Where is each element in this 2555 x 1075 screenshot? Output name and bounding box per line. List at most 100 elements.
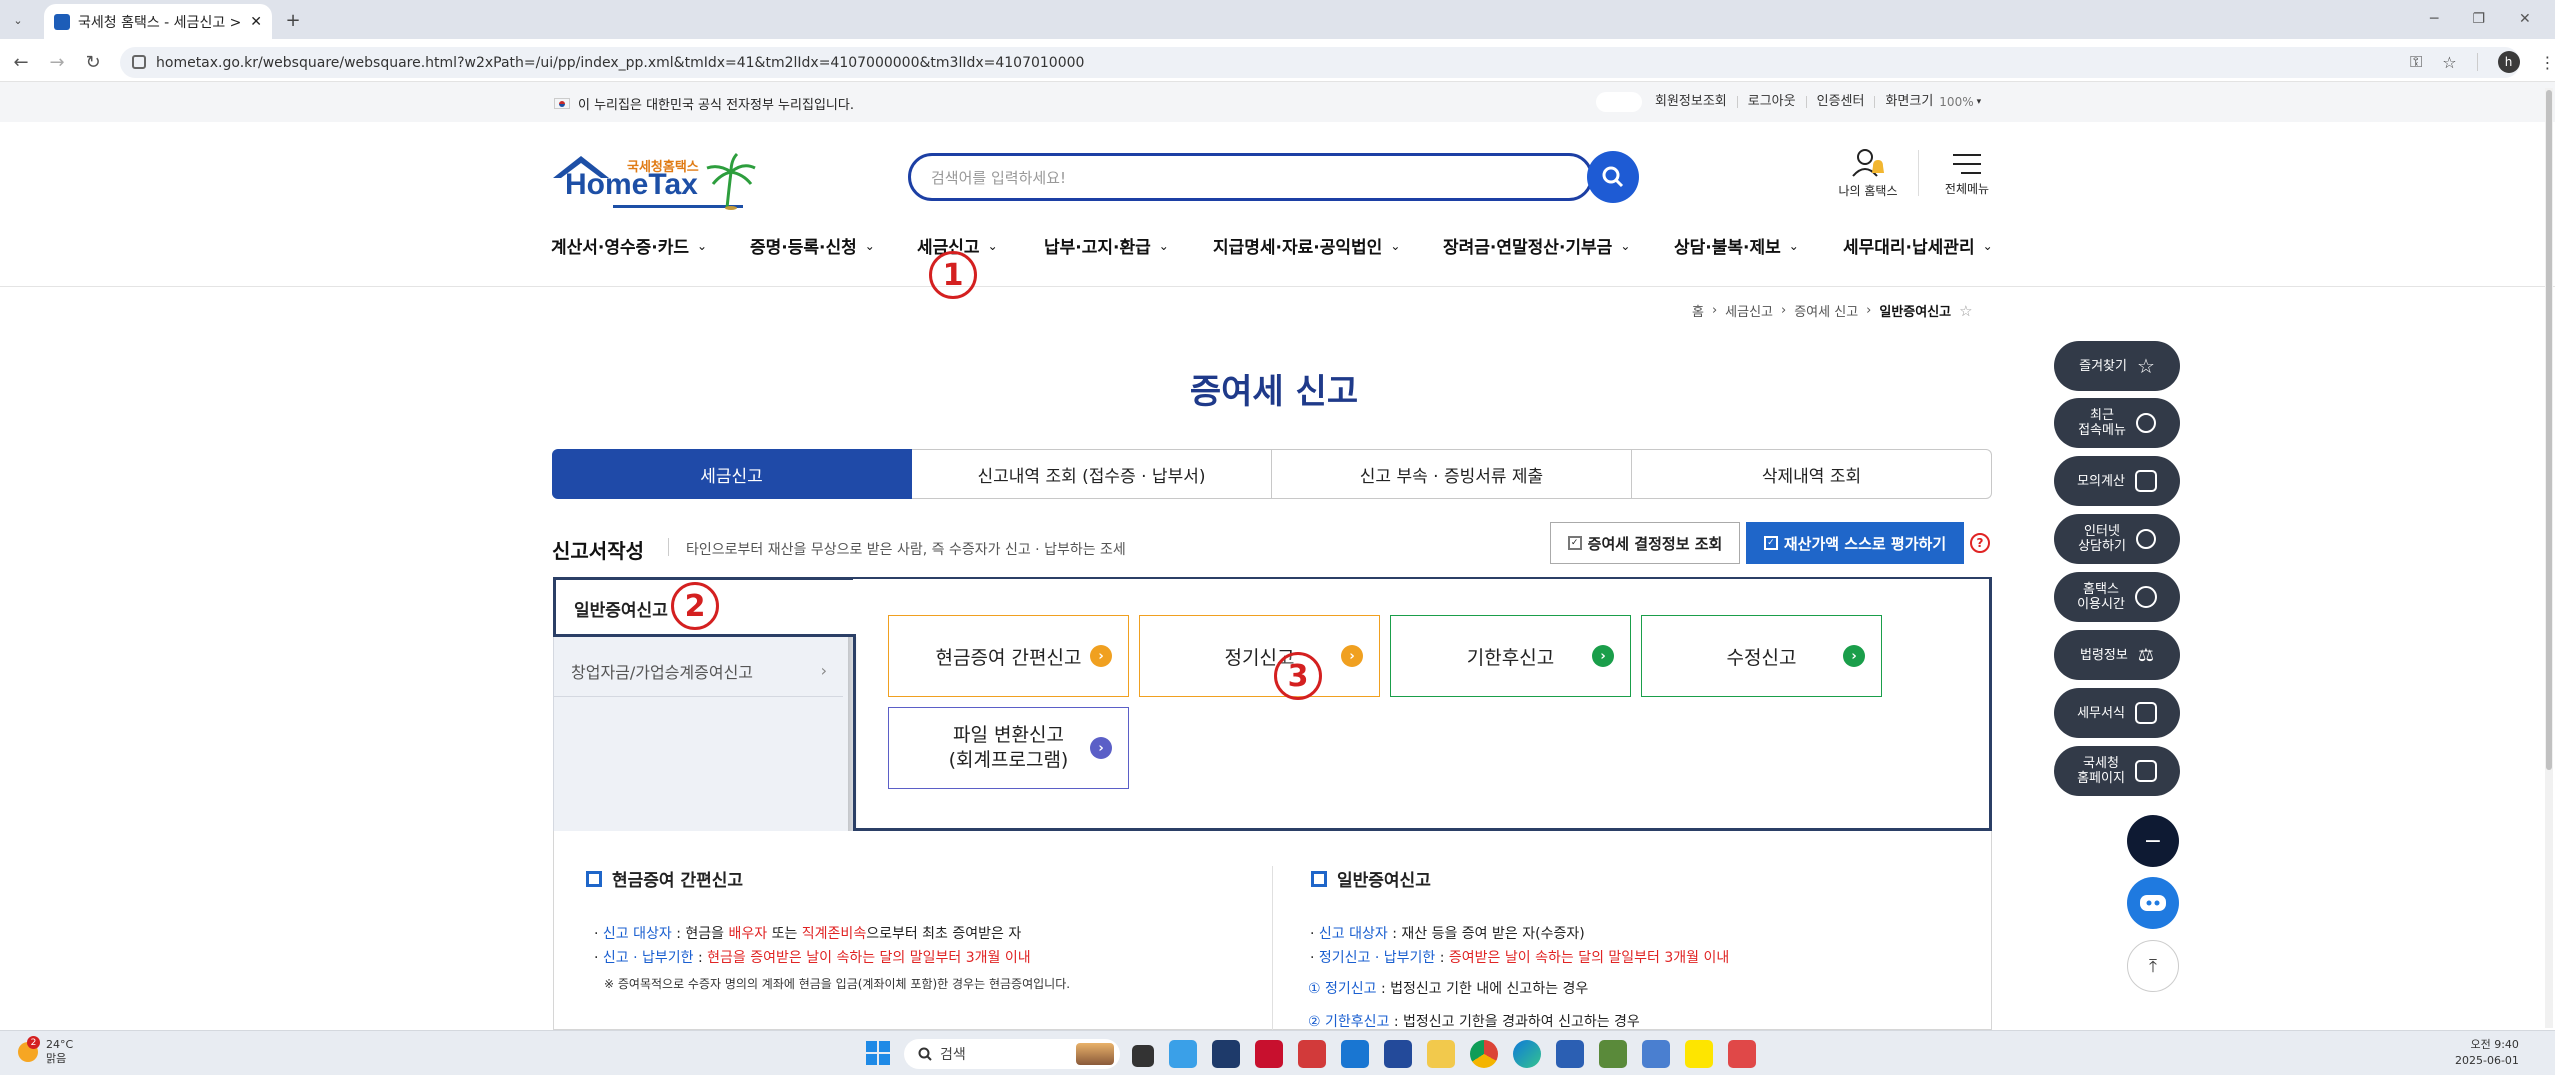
my-hometax-button[interactable]: 나의 홈택스 xyxy=(1830,148,1906,204)
search-icon xyxy=(918,1047,932,1061)
gift-decision-button[interactable]: ✓ 증여세 결정정보 조회 xyxy=(1550,522,1740,564)
cash-gift-simple-button[interactable]: 현금증여 간편신고 › xyxy=(888,615,1129,697)
profile-avatar[interactable]: h xyxy=(2497,51,2520,73)
bookmark-star-icon[interactable]: ☆ xyxy=(2442,53,2456,72)
gnb-payment[interactable]: 납부·고지·환급 ⌄ xyxy=(1044,233,1169,258)
breadcrumb-tax-report[interactable]: 세금신고 xyxy=(1725,301,1773,320)
taskbar-clock[interactable]: 오전 9:40 2025-06-01 xyxy=(2455,1037,2519,1069)
search-input[interactable]: 검색어를 입력하세요! xyxy=(908,153,1593,201)
tab-search-button[interactable]: ⌄ xyxy=(6,9,30,31)
gnb-divider xyxy=(0,286,2555,287)
gnb-label: 납부·고지·환급 xyxy=(1044,238,1151,258)
windows-start-icon[interactable] xyxy=(866,1041,890,1065)
search-placeholder: 검색어를 입력하세요! xyxy=(931,168,1066,187)
toggle-placeholder[interactable] xyxy=(1596,92,1642,112)
chevron-right-icon: › xyxy=(1711,303,1718,318)
app-icon[interactable] xyxy=(1298,1040,1326,1068)
left-menu-startup-gift[interactable]: 창업자금/가업승계증여신고 › xyxy=(553,645,843,697)
breadcrumb-gift-tax[interactable]: 증여세 신고 xyxy=(1794,301,1858,320)
task-view-icon[interactable] xyxy=(1132,1044,1154,1067)
quick-hours[interactable]: 홈택스 이용시간 xyxy=(2054,572,2180,622)
chat-icon xyxy=(2135,529,2156,549)
cert-center-link[interactable]: 인증센터 xyxy=(1805,95,1875,108)
all-menu-button[interactable]: 전체메뉴 xyxy=(1930,152,2004,204)
panel-vertical-border xyxy=(853,634,856,831)
app-icon[interactable] xyxy=(1642,1040,1670,1068)
app-icon[interactable] xyxy=(1384,1040,1412,1068)
key-icon[interactable]: ⚿ xyxy=(2410,52,2422,72)
favorite-star-icon[interactable]: ☆ xyxy=(1959,302,1972,320)
help-icon[interactable]: ? xyxy=(1970,533,1990,553)
app-icon[interactable] xyxy=(1212,1040,1240,1068)
reload-icon[interactable]: ↻ xyxy=(78,47,108,77)
quick-recent[interactable]: 최근 접속메뉴 xyxy=(2054,398,2180,448)
gnb-consult[interactable]: 상담·불복·제보 ⌄ xyxy=(1674,233,1799,258)
app-icon[interactable] xyxy=(1169,1040,1197,1068)
close-window-icon[interactable]: ✕ xyxy=(2519,11,2531,27)
weather-widget[interactable]: 2 24°C 맑음 xyxy=(18,1036,73,1066)
search-button[interactable] xyxy=(1587,151,1639,203)
tab-report-history[interactable]: 신고내역 조회 (접수증 · 납부서) xyxy=(912,449,1272,499)
gov-notice-text: 이 누리집은 대한민국 공식 전자정부 누리집입니다. xyxy=(578,98,854,113)
quick-forms[interactable]: 세무서식 xyxy=(2054,688,2180,738)
quick-simulation[interactable]: 모의계산 xyxy=(2054,456,2180,506)
kakaotalk-icon[interactable] xyxy=(1685,1040,1713,1068)
tab-close-icon[interactable]: ✕ xyxy=(250,14,262,30)
gnb-incentive[interactable]: 장려금·연말정산·기부금 ⌄ xyxy=(1443,233,1630,258)
num: ① xyxy=(1308,981,1321,997)
gnb-invoice[interactable]: 계산서·영수증·카드 ⌄ xyxy=(551,233,707,258)
gnb-payment-statement[interactable]: 지급명세·자료·공익법인 ⌄ xyxy=(1213,233,1400,258)
breadcrumb-current: 일반증여신고 xyxy=(1879,305,1952,320)
arrow-right-icon: › xyxy=(1090,737,1112,759)
text: : 현금을 xyxy=(671,926,729,942)
chrome-icon[interactable] xyxy=(1470,1040,1498,1068)
store-icon[interactable] xyxy=(1556,1040,1584,1068)
new-tab-button[interactable]: + xyxy=(280,9,306,31)
scroll-top-button[interactable]: ⤒ xyxy=(2127,940,2179,992)
tab-tax-report[interactable]: 세금신고 xyxy=(552,449,912,499)
file-conversion-report-button[interactable]: 파일 변환신고 (회계프로그램) › xyxy=(888,707,1129,789)
tab-attachment[interactable]: 신고 부속 · 증빙서류 제출 xyxy=(1272,449,1632,499)
calculator-icon xyxy=(2134,470,2157,492)
address-bar[interactable]: hometax.go.kr/websquare/websquare.html?w… xyxy=(120,47,2520,78)
tab-deleted[interactable]: 삭제내역 조회 xyxy=(1632,449,1992,499)
taskbar-search[interactable]: 검색 xyxy=(904,1039,1120,1069)
gnb-tax-agent[interactable]: 세무대리·납세관리 ⌄ xyxy=(1843,233,1993,258)
breadcrumb-home[interactable]: 홈 xyxy=(1692,301,1704,320)
regular-report-button[interactable]: 정기신고 › xyxy=(1139,615,1380,697)
chevron-right-icon: › xyxy=(1866,303,1872,318)
logout-link[interactable]: 로그아웃 xyxy=(1736,95,1806,108)
browser-menu-icon[interactable]: ⋮ xyxy=(2540,53,2555,72)
browser-tab[interactable]: 국세청 홈택스 - 세금신고 > 증 ✕ xyxy=(44,4,272,39)
quick-nts-home[interactable]: 국세청 홈페이지 xyxy=(2054,746,2180,796)
back-icon[interactable]: ← xyxy=(6,47,36,77)
hometax-logo[interactable]: 국세청홈택스 HomeTax xyxy=(551,150,761,210)
amended-report-button[interactable]: 수정신고 › xyxy=(1641,615,1882,697)
maximize-icon[interactable]: ❐ xyxy=(2472,11,2485,27)
quick-favorites[interactable]: 즐겨찾기 ☆ xyxy=(2054,341,2180,391)
gnb-label: 세무대리·납세관리 xyxy=(1843,238,1975,258)
chatbot-button[interactable] xyxy=(2127,877,2179,929)
late-report-button[interactable]: 기한후신고 › xyxy=(1390,615,1631,697)
quick-label: 홈택스 이용시간 xyxy=(2077,582,2125,612)
type-button-label: 기한후신고 xyxy=(1466,646,1555,669)
self-evaluate-button[interactable]: ✓ 재산가액 스스로 평가하기 xyxy=(1746,522,1964,564)
site-info-icon[interactable] xyxy=(132,55,146,69)
scrollbar-thumb[interactable] xyxy=(2546,90,2552,770)
forward-icon[interactable]: → xyxy=(42,47,72,77)
edge-icon[interactable] xyxy=(1513,1040,1541,1068)
file-explorer-icon[interactable] xyxy=(1427,1040,1455,1068)
zoom-control[interactable]: 화면크기 100% ▾ xyxy=(1874,95,1991,108)
gnb-certificate[interactable]: 증명·등록·신청 ⌄ xyxy=(750,233,875,258)
label: 신고 대상자 xyxy=(1318,926,1388,942)
app-icon[interactable] xyxy=(1341,1040,1369,1068)
quick-consult[interactable]: 인터넷 상담하기 xyxy=(2054,514,2180,564)
app-icon[interactable] xyxy=(1255,1040,1283,1068)
app-icon[interactable] xyxy=(1728,1040,1756,1068)
quick-law[interactable]: 법령정보 ⚖ xyxy=(2054,630,2180,680)
member-info-link[interactable]: 회원정보조회 xyxy=(1645,95,1737,108)
quick-collapse-button[interactable]: − xyxy=(2127,815,2179,867)
app-icon[interactable] xyxy=(1599,1040,1627,1068)
minimize-icon[interactable]: ─ xyxy=(2430,11,2438,27)
section-description: 타인으로부터 재산을 무상으로 받은 사람, 즉 수증자가 신고 · 납부하는 … xyxy=(686,542,1126,558)
